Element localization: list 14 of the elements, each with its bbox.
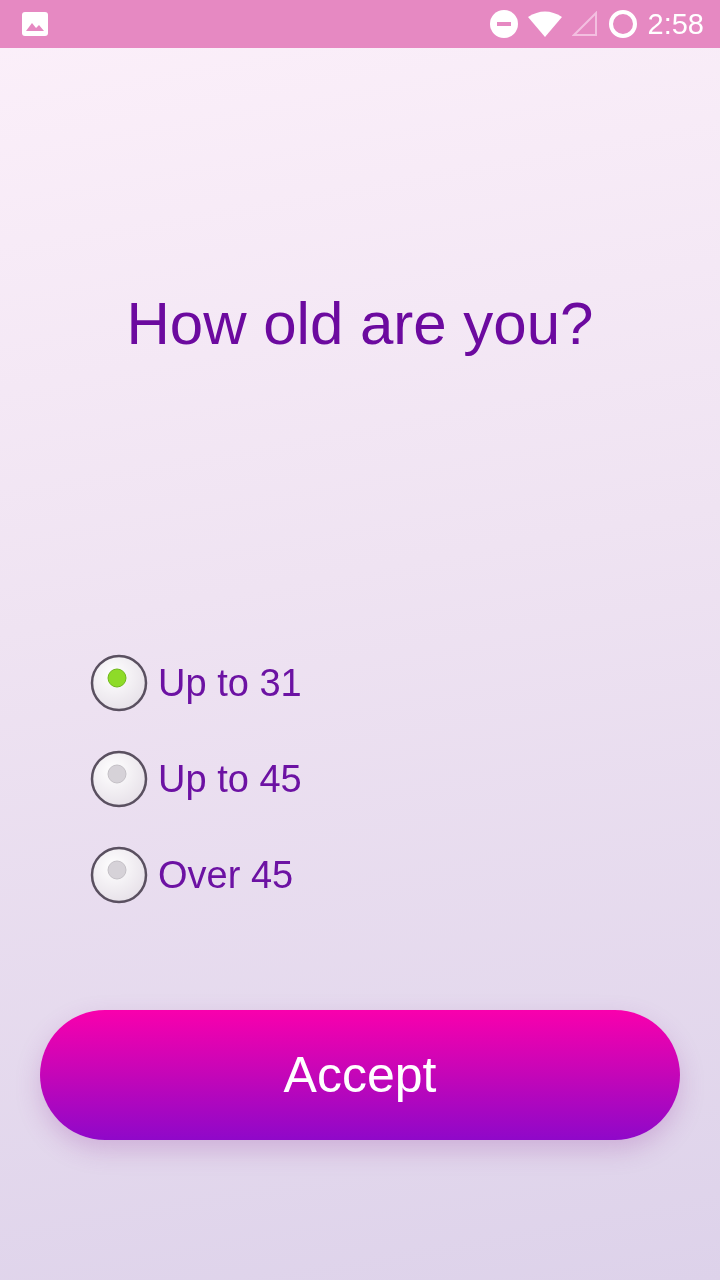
status-time: 2:58: [647, 9, 704, 39]
signal-icon: [571, 11, 598, 37]
do-not-disturb-icon: [489, 10, 518, 38]
accept-button[interactable]: Accept: [40, 1010, 680, 1140]
option-label[interactable]: Up to 45: [158, 760, 302, 798]
image-icon: [22, 12, 48, 36]
radio-button[interactable]: [90, 654, 148, 712]
wifi-icon: [527, 11, 562, 37]
radio-button[interactable]: [90, 750, 148, 808]
option-label[interactable]: Up to 31: [158, 664, 302, 702]
question-title: How old are you?: [126, 289, 594, 359]
option-label[interactable]: Over 45: [158, 856, 294, 894]
radio-button[interactable]: [90, 846, 148, 904]
battery-ring-icon: [607, 9, 638, 39]
